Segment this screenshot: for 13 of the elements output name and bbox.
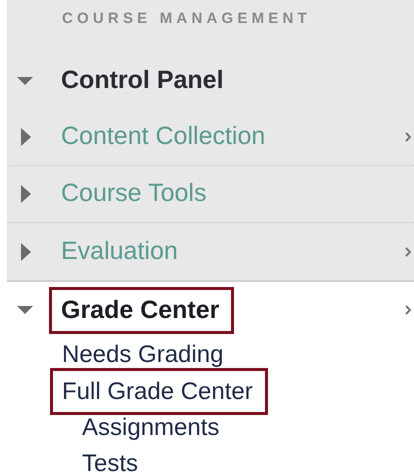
- menu-item[interactable]: Full Grade Center: [50, 368, 268, 415]
- chevron-right-icon[interactable]: [405, 246, 411, 256]
- section-heading: COURSE MANAGEMENT: [61, 9, 312, 29]
- triangle-down-icon[interactable]: [15, 304, 35, 316]
- triangle-right-icon[interactable]: [21, 128, 31, 146]
- chevron-right-icon[interactable]: [405, 305, 411, 315]
- menu-item[interactable]: Control Panel: [61, 62, 224, 100]
- menu-item[interactable]: Grade Center: [49, 286, 234, 334]
- menu-item[interactable]: Tests: [82, 446, 138, 472]
- triangle-right-icon[interactable]: [21, 242, 31, 260]
- triangle-down-icon[interactable]: [15, 74, 35, 86]
- chevron-right-icon[interactable]: [405, 132, 411, 142]
- triangle-right-icon[interactable]: [21, 185, 31, 203]
